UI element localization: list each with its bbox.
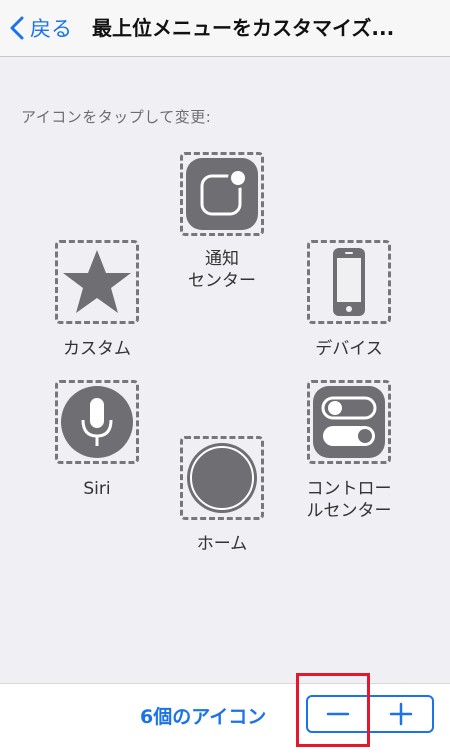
icon-slot-notification-center[interactable] <box>180 152 264 236</box>
highlight-annotation-box <box>296 673 370 747</box>
star-icon <box>63 250 131 313</box>
label-notification-center: 通知 センター <box>188 249 256 291</box>
icon-count-label: 6個のアイコン <box>140 706 267 728</box>
label-custom: カスタム <box>63 339 131 359</box>
device-phone-icon <box>333 248 365 316</box>
add-icon-button[interactable] <box>370 695 434 733</box>
home-button-icon <box>187 443 257 513</box>
chevron-left-icon <box>10 16 24 40</box>
label-home: ホーム <box>196 534 248 554</box>
icon-slot-home[interactable] <box>180 436 264 520</box>
label-siri: Siri <box>83 479 111 499</box>
icon-slot-control-center[interactable] <box>307 380 391 464</box>
navigation-bar: 戻る 最上位メニューをカスタマイズ... <box>0 0 450 57</box>
plus-icon <box>389 702 413 726</box>
icon-slot-custom[interactable] <box>55 240 139 324</box>
notification-center-icon <box>186 158 258 230</box>
label-device: デバイス <box>315 339 383 359</box>
control-center-toggle-icon <box>313 386 385 458</box>
icon-slot-siri[interactable] <box>55 380 139 464</box>
page-title: 最上位メニューをカスタマイズ... <box>92 16 395 40</box>
icon-slot-device[interactable] <box>307 240 391 324</box>
back-button[interactable]: 戻る <box>10 12 72 44</box>
back-label: 戻る <box>30 17 72 41</box>
microphone-icon <box>61 386 133 458</box>
instruction-text: アイコンをタップして変更: <box>21 108 212 126</box>
label-control-center: コントロー ルセンター <box>306 479 392 521</box>
